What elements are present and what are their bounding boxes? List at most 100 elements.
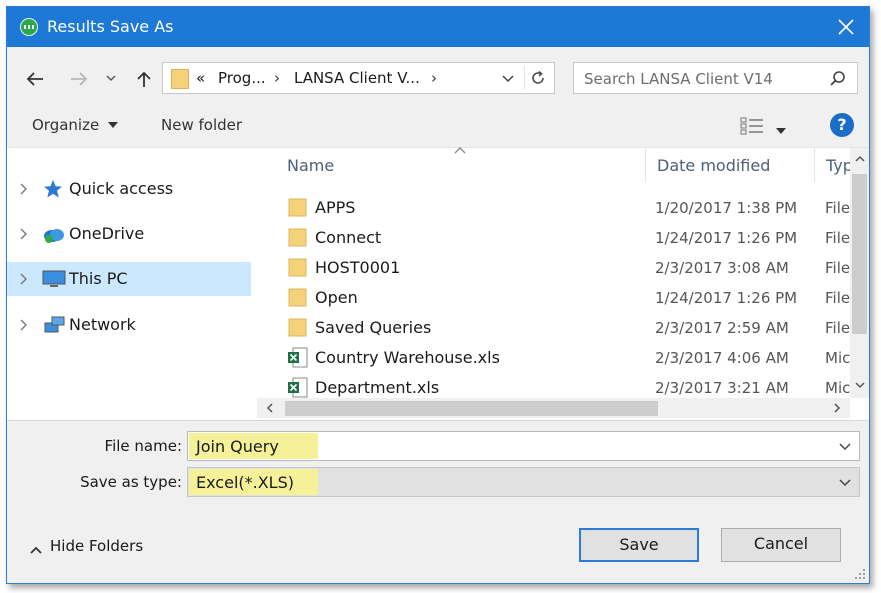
folder-icon: [288, 288, 307, 307]
excel-file-icon: [288, 347, 308, 368]
browser-pane: Quick access OneDrive This PC Network Na…: [7, 147, 869, 421]
nav-item-this-pc[interactable]: This PC: [7, 262, 251, 296]
arrow-right-icon: [71, 72, 88, 86]
file-type: Mic: [825, 379, 851, 397]
file-name-label: File name:: [104, 437, 182, 455]
hide-folders-label: Hide Folders: [50, 537, 144, 555]
save-as-dialog: Results Save As « Prog... › LANSA Client: [6, 6, 870, 584]
chevron-right-icon[interactable]: [19, 273, 29, 285]
star-icon: [44, 180, 62, 198]
address-bar[interactable]: « Prog... › LANSA Client V... ›: [162, 62, 555, 94]
file-name: HOST0001: [315, 258, 401, 277]
file-name: Department.xls: [315, 378, 440, 397]
resize-grip-icon[interactable]: [854, 568, 866, 580]
hide-folders-button[interactable]: Hide Folders: [29, 537, 143, 559]
back-button[interactable]: [22, 67, 48, 91]
organize-button[interactable]: Organize: [32, 116, 119, 134]
file-row[interactable]: Connect 1/24/2017 1:26 PM File: [257, 223, 850, 253]
refresh-button[interactable]: [524, 66, 551, 90]
search-icon[interactable]: [829, 70, 847, 88]
scroll-down-icon[interactable]: [854, 380, 866, 390]
file-date: 2/3/2017 4:06 AM: [655, 349, 789, 367]
sort-ascending-icon: [454, 147, 466, 154]
breadcrumb-item[interactable]: LANSA Client V...: [294, 69, 420, 87]
file-row[interactable]: Open 1/24/2017 1:26 PM File: [257, 283, 851, 313]
file-name-field[interactable]: Join Query: [187, 431, 860, 461]
nav-item-onedrive[interactable]: OneDrive: [7, 217, 251, 251]
navigation-pane: Quick access OneDrive This PC Network: [7, 148, 255, 420]
nav-item-network[interactable]: Network: [7, 308, 251, 342]
up-button[interactable]: [131, 67, 157, 91]
refresh-icon: [532, 70, 544, 84]
column-header-type[interactable]: Typ: [826, 156, 853, 175]
caret-down-icon: [107, 122, 118, 128]
folder-icon: [171, 69, 189, 89]
column-header-date[interactable]: Date modified: [657, 156, 770, 175]
file-name: Saved Queries: [315, 318, 432, 337]
file-type: File: [825, 289, 851, 307]
breadcrumb-overflow[interactable]: «: [196, 69, 205, 87]
address-dropdown-icon[interactable]: [501, 69, 515, 91]
horizontal-scroll-thumb[interactable]: [285, 401, 658, 416]
new-folder-button[interactable]: New folder: [161, 116, 242, 134]
column-divider[interactable]: [814, 148, 815, 182]
chevron-right-icon[interactable]: [19, 183, 29, 195]
file-date: 1/24/2017 1:26 PM: [655, 229, 798, 247]
help-icon[interactable]: ?: [830, 113, 854, 137]
cancel-button[interactable]: Cancel: [721, 528, 841, 562]
organize-label: Organize: [32, 116, 100, 134]
search-input[interactable]: [582, 67, 826, 91]
arrow-up-icon: [137, 71, 151, 87]
close-button[interactable]: [823, 7, 869, 47]
file-date: 1/20/2017 1:38 PM: [655, 199, 798, 217]
save-button[interactable]: Save: [579, 528, 699, 562]
chevron-down-icon[interactable]: [839, 479, 851, 487]
column-header-name[interactable]: Name: [287, 156, 334, 175]
chevron-down-icon[interactable]: [839, 443, 851, 451]
scroll-right-icon[interactable]: [832, 402, 842, 414]
breadcrumb-separator-icon[interactable]: ›: [274, 69, 280, 87]
file-row[interactable]: APPS 1/20/2017 1:38 PM File: [257, 193, 851, 223]
nav-item-label: OneDrive: [69, 224, 145, 243]
horizontal-scrollbar[interactable]: [257, 398, 850, 418]
file-name: Country Warehouse.xls: [315, 348, 500, 367]
close-icon: [838, 19, 854, 35]
vertical-scrollbar[interactable]: [850, 148, 869, 398]
monitor-icon: [42, 270, 66, 287]
breadcrumb-separator-icon[interactable]: ›: [431, 69, 437, 87]
scroll-up-icon[interactable]: [854, 154, 866, 164]
vertical-scroll-thumb[interactable]: [852, 174, 867, 334]
file-date: 2/3/2017 3:08 AM: [655, 259, 789, 277]
window-title: Results Save As: [47, 17, 174, 36]
forward-button[interactable]: [66, 67, 92, 91]
chevron-up-icon: [30, 546, 42, 554]
file-date: 2/3/2017 3:21 AM: [655, 379, 789, 397]
file-type: File: [825, 319, 851, 337]
breadcrumb-item[interactable]: Prog...: [218, 69, 266, 87]
file-row[interactable]: HOST0001 2/3/2017 3:08 AM File: [257, 253, 851, 283]
chevron-right-icon[interactable]: [19, 228, 29, 240]
save-type-label: Save as type:: [80, 473, 182, 491]
chevron-right-icon[interactable]: [19, 319, 29, 331]
nav-item-quick-access[interactable]: Quick access: [7, 172, 251, 206]
file-row[interactable]: Country Warehouse.xls 2/3/2017 4:06 AM M…: [257, 343, 850, 373]
view-options-icon[interactable]: [739, 115, 765, 141]
scroll-left-icon[interactable]: [265, 402, 275, 414]
search-box[interactable]: [573, 62, 858, 94]
column-divider[interactable]: [645, 148, 646, 182]
file-name: Open: [315, 288, 358, 307]
excel-file-icon: [288, 377, 308, 398]
file-name-value: Join Query: [196, 437, 279, 456]
file-list: Name Date modified Typ APPS 1/20/2017 1:…: [257, 147, 869, 420]
view-dropdown-icon[interactable]: [775, 121, 787, 140]
chevron-down-icon: [106, 75, 116, 82]
recent-locations-button[interactable]: [102, 67, 120, 91]
file-row[interactable]: Saved Queries 2/3/2017 2:59 AM File: [257, 313, 851, 343]
file-type: File: [825, 259, 851, 277]
file-type: File: [825, 199, 851, 217]
save-type-select[interactable]: Excel(*.XLS): [187, 467, 860, 497]
file-date: 1/24/2017 1:26 PM: [655, 289, 798, 307]
file-name: APPS: [315, 198, 356, 217]
nav-item-label: Network: [69, 315, 136, 334]
folder-icon: [288, 228, 307, 247]
